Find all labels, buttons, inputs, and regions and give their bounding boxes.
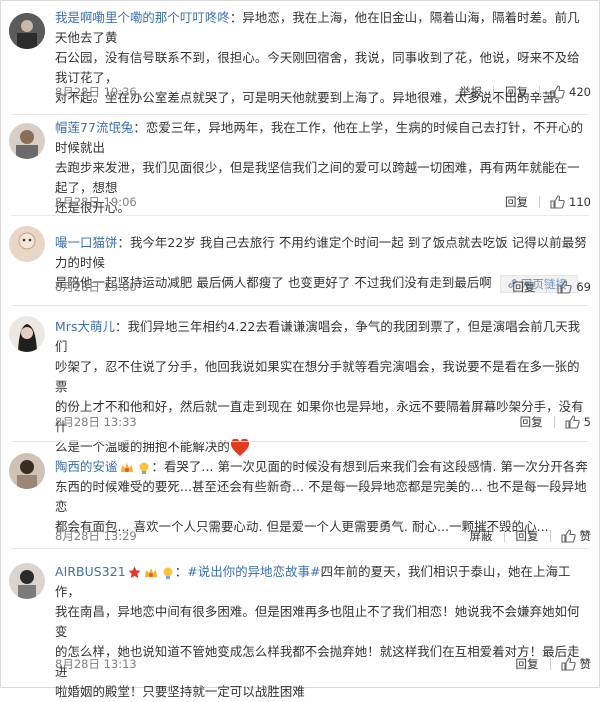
crown-badge-icon	[121, 462, 134, 472]
like-count: 420	[569, 85, 591, 99]
comment-username[interactable]: 嘬一口猫饼	[55, 235, 117, 250]
comment-time: 8月28日 13:29	[55, 529, 137, 543]
comment-item: 嘬一口猫饼：我今年22岁 我自己去旅行 不用约谁定个时间一起 到了饭点就去吃饭 …	[1, 216, 599, 302]
comment-body-line: 石公园，没有信号联系不到，很担心。今天刚回宿舍，我说，同事收到了花，他说，呀来不…	[55, 50, 580, 85]
comment-body-line: ：看哭了... 第一次见面的时候没有想到后来我们会有这段感情. 第一次分开各奔	[151, 459, 588, 474]
like-button[interactable]: 69	[547, 280, 591, 294]
comment-actions: 回复 赞	[505, 654, 592, 674]
comment-body-line: 我在南昌，异地恋中间有很多困难。但是困难再多也阻止不了我们相恋！她说我不会嫌弃她…	[55, 604, 580, 639]
thumbs-up-icon	[557, 280, 573, 294]
comment-actions: 回复 110	[494, 192, 591, 212]
like-button[interactable]: 110	[540, 195, 591, 209]
comment-username[interactable]: 陶西的安谧	[55, 459, 117, 474]
comment-meta: 8月28日 19:00 回复 69	[55, 277, 591, 297]
report-button[interactable]: 举报	[448, 85, 493, 99]
like-count: 110	[569, 195, 591, 209]
avatar[interactable]	[9, 563, 45, 599]
star-badge-icon	[128, 566, 141, 578]
comment-time: 8月28日 13:33	[55, 415, 137, 429]
bulb-badge-icon	[163, 567, 173, 579]
thumbs-up-icon	[550, 85, 565, 99]
avatar[interactable]	[9, 453, 45, 489]
comment-meta: 8月28日 13:13 回复 赞	[55, 654, 591, 674]
comment-body-line: ：我们异地三年相约4.22去看谦谦演唱会，争气的我团到票了，但是演唱会前几天我们	[55, 319, 581, 354]
thumbs-up-icon	[550, 195, 565, 209]
avatar[interactable]	[9, 226, 45, 262]
comment-username[interactable]: 帽莲77流氓兔	[55, 120, 133, 135]
comment-text: AIRBUS321 ：#说出你的异地恋故事#四年前的夏天，我们相识于泰山，她在上海…	[55, 564, 580, 699]
comment-username[interactable]: AIRBUS321	[55, 564, 126, 579]
comment-item: AIRBUS321 ：#说出你的异地恋故事#四年前的夏天，我们相识于泰山，她在上海…	[1, 549, 599, 699]
reply-button[interactable]: 回复	[494, 195, 539, 209]
avatar[interactable]	[9, 316, 45, 352]
avatar[interactable]	[9, 13, 45, 49]
like-count: 69	[576, 280, 591, 294]
like-label: 赞	[579, 657, 592, 671]
comment-actions: 回复 69	[501, 277, 591, 297]
comment-item: 我是啊嘞里个嘞的那个叮叮咚咚：异地恋，我在上海，他在旧金山，隔着山海，隔着时差。…	[1, 1, 599, 113]
comment-actions: 回复 5	[509, 412, 591, 432]
reply-button[interactable]: 回复	[494, 85, 539, 99]
comment-time: 8月28日 19:00	[55, 280, 137, 294]
comment-item: 陶西的安谧 ：看哭了... 第一次见面的时候没有想到后来我们会有这段感情. 第一次…	[1, 442, 599, 548]
like-button[interactable]: 420	[540, 85, 591, 99]
reply-button[interactable]: 回复	[505, 657, 550, 671]
comment-item: 帽莲77流氓兔：恋爱三年，异地两年，我在工作，他在上学，生病的时候自己去打针，不…	[1, 115, 599, 215]
thumbs-up-icon	[560, 657, 576, 671]
comment-body-line: 东西的时候难受的要死...甚至还会有些新奇... 不是每一段异地恋都是完美的..…	[55, 479, 587, 514]
reply-button[interactable]: 回复	[505, 529, 550, 543]
topic-hashtag[interactable]: #说出你的异地恋故事#	[187, 564, 320, 579]
like-button[interactable]: 赞	[551, 528, 592, 544]
comment-actions: 举报 回复 420	[448, 82, 591, 102]
comment-body-line: 啦婚姻的殿堂！只要坚持就一定可以战胜困难	[55, 684, 305, 699]
comment-time: 8月28日 19:36	[55, 85, 137, 99]
comment-meta: 8月28日 19:06 回复 110	[55, 192, 591, 212]
reply-button[interactable]: 回复	[501, 280, 546, 294]
bulb-badge-icon	[139, 462, 149, 474]
comment-body-line: 吵架了，忍不住说了分手，他回我说如果实在想分手就等看完演唱会，我说要不是看在多一…	[55, 359, 580, 394]
comment-username[interactable]: 我是啊嘞里个嘞的那个叮叮咚咚	[55, 10, 230, 25]
comment-username[interactable]: Mrs大萌儿	[55, 319, 115, 334]
comment-body-line: 去跑步来发泄，我们见面很少，但是我坚信我们之间的爱可以跨越一切困难，再有两年就能…	[55, 160, 580, 195]
comment-list: 我是啊嘞里个嘞的那个叮叮咚咚：异地恋，我在上海，他在旧金山，隔着山海，隔着时差。…	[0, 0, 600, 699]
comment-text: 陶西的安谧 ：看哭了... 第一次见面的时候没有想到后来我们会有这段感情. 第一次…	[55, 457, 591, 537]
comment-meta: 8月28日 19:36 举报 回复 420	[55, 82, 591, 102]
comment-text: Mrs大萌儿：我们异地三年相约4.22去看谦谦演唱会，争气的我团到票了，但是演唱…	[55, 317, 591, 457]
comment-meta: 8月28日 13:29 屏蔽 回复 赞	[55, 526, 591, 546]
comment-body-line: ：恋爱三年，异地两年，我在工作，他在上学，生病的时候自己去打针，不开心的时候就出	[55, 120, 584, 155]
comment-time: 8月28日 19:06	[55, 195, 137, 209]
crown-badge-icon	[144, 567, 157, 577]
reply-button[interactable]: 回复	[509, 415, 554, 429]
comment-item: Mrs大萌儿：我们异地三年相约4.22去看谦谦演唱会，争气的我团到票了，但是演唱…	[1, 306, 599, 456]
thumbs-up-icon	[560, 529, 576, 543]
thumbs-up-icon	[565, 415, 580, 429]
comment-actions: 屏蔽 回复 赞	[459, 526, 592, 546]
comment-meta: 8月28日 13:33 回复 5	[55, 412, 591, 432]
like-count: 5	[583, 415, 591, 429]
comment-time: 8月28日 13:13	[55, 657, 137, 671]
like-button[interactable]: 5	[555, 415, 591, 429]
comment-body-line: ：我今年22岁 我自己去旅行 不用约谁定个时间一起 到了饭点就去吃饭 记得以前最…	[55, 235, 587, 270]
like-button[interactable]: 赞	[551, 656, 592, 672]
avatar[interactable]	[9, 123, 45, 159]
like-label: 赞	[579, 529, 592, 543]
block-button[interactable]: 屏蔽	[459, 529, 504, 543]
